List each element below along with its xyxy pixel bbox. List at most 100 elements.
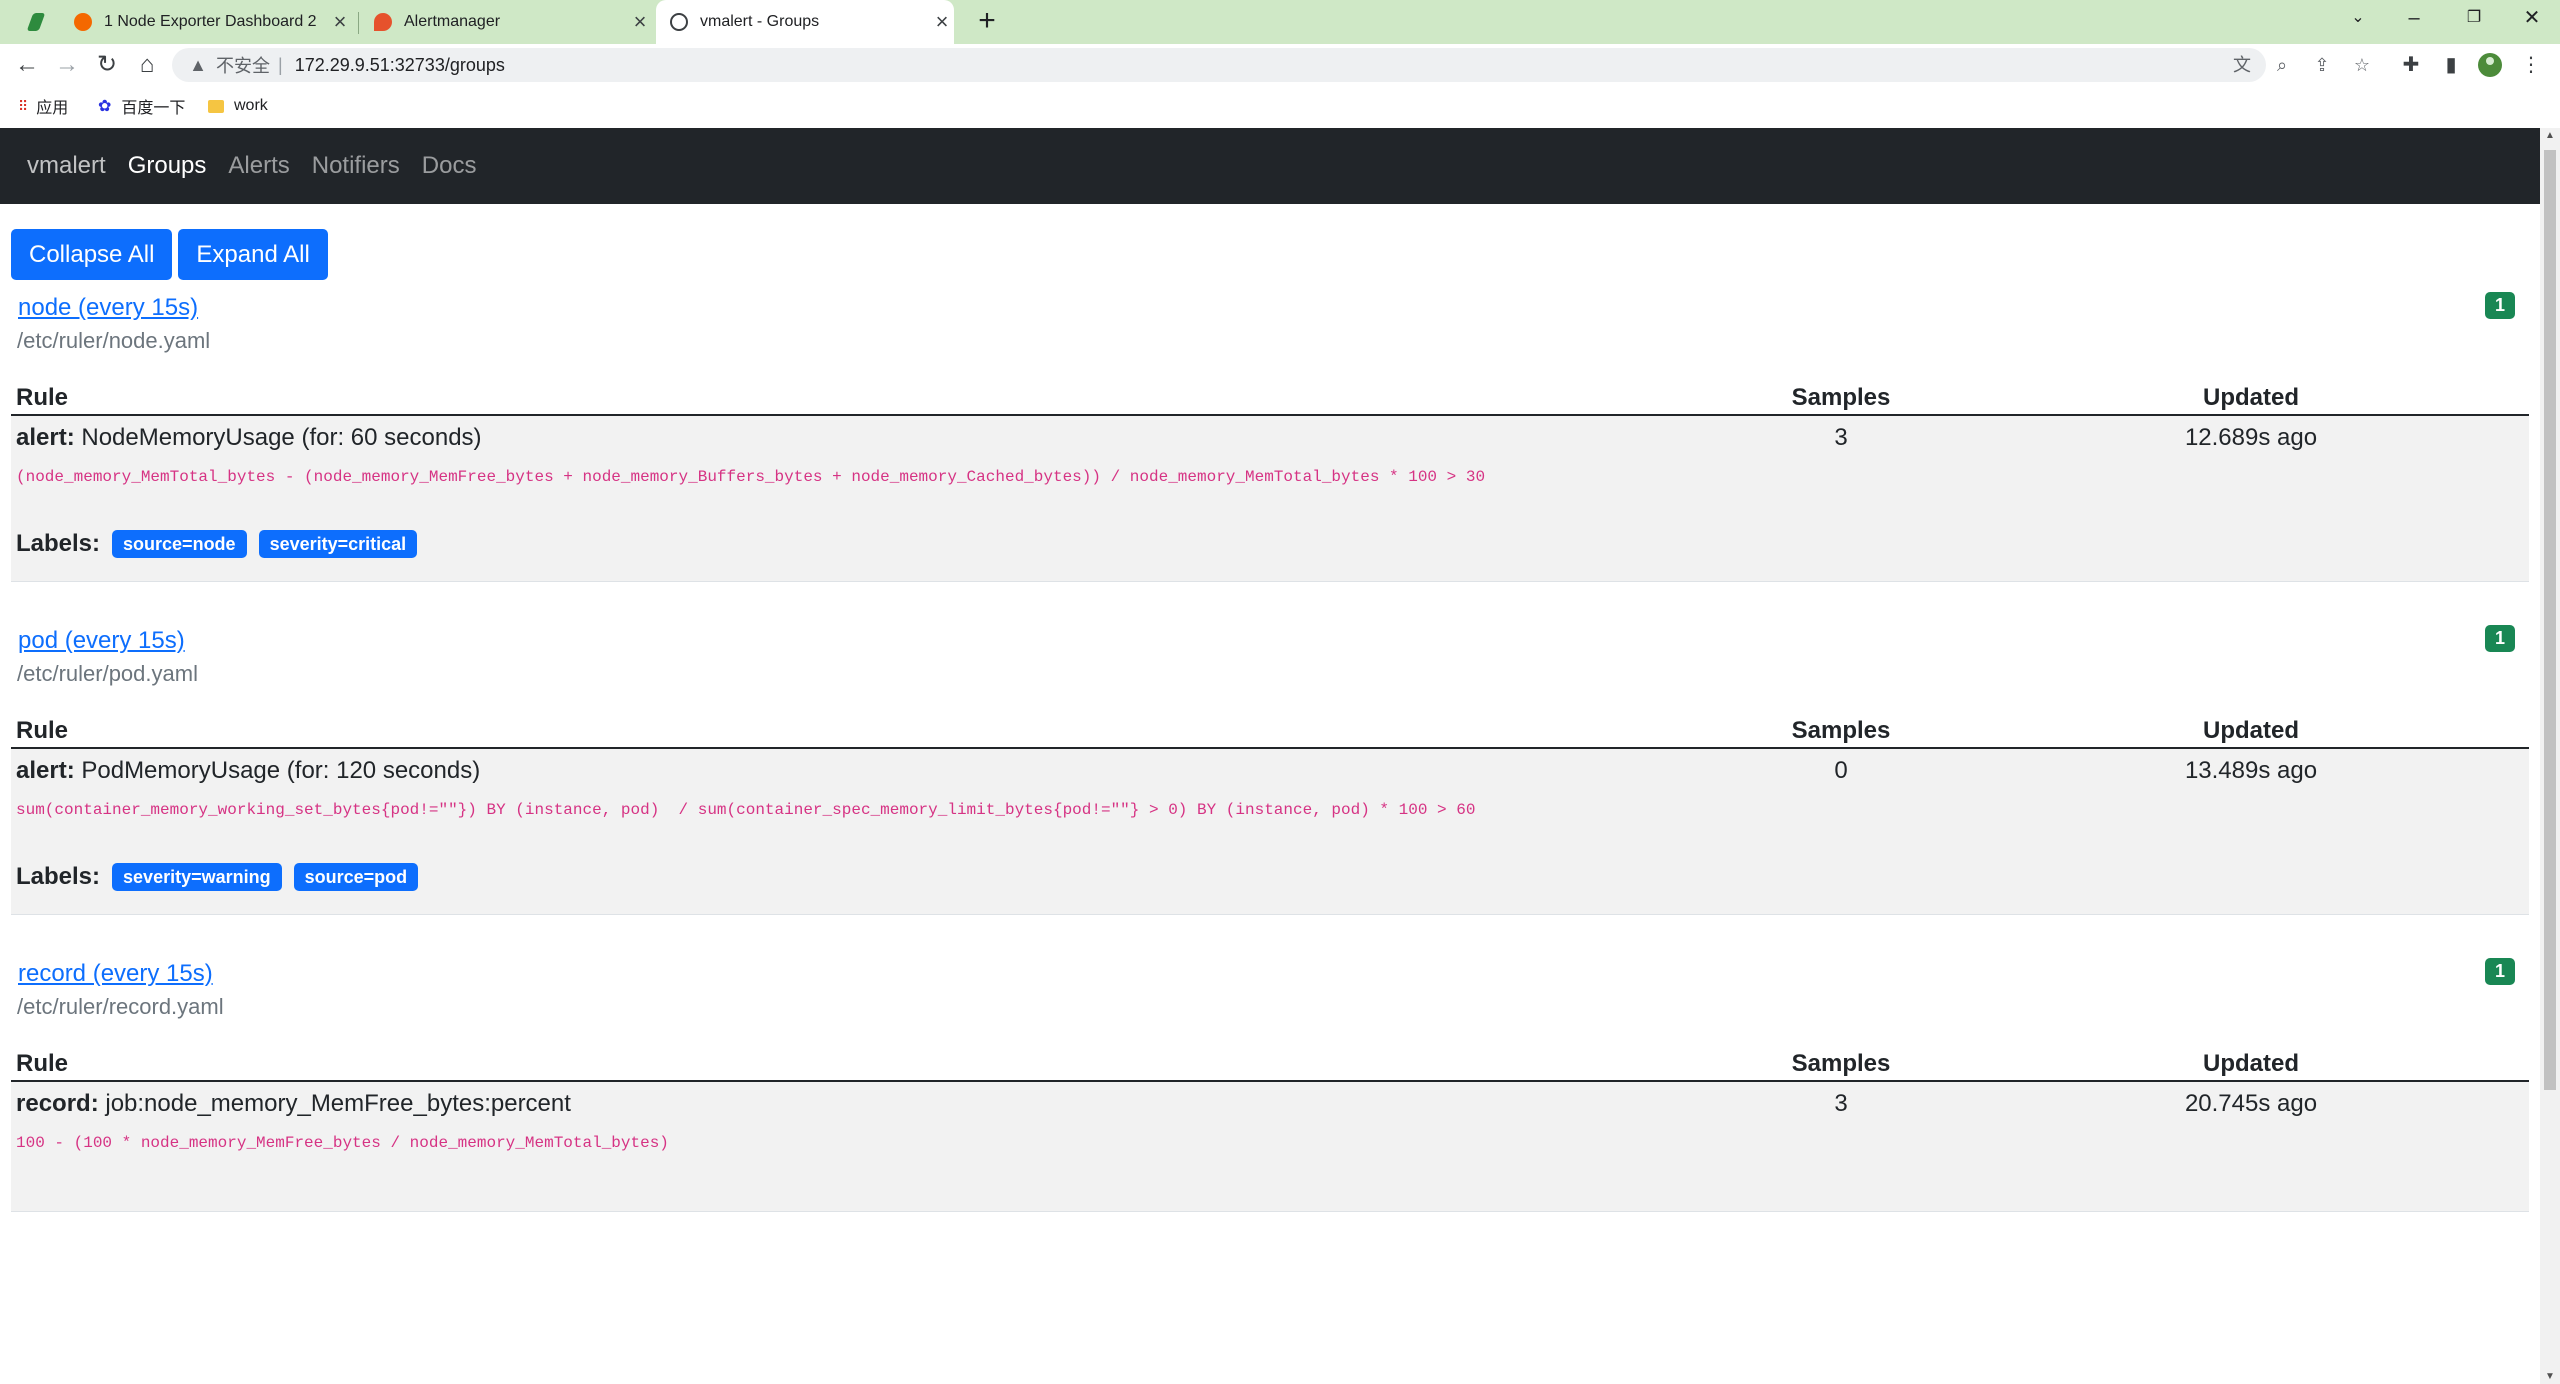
rule-labels: Labels: source=node severity=critical [16,530,429,558]
rule-title: record: job:node_memory_MemFree_bytes:pe… [16,1090,571,1118]
forward-icon[interactable]: → [50,48,84,82]
apps-grid-icon: ⠿ [18,97,28,114]
header-samples: Samples [1791,717,1891,744]
tab-title: vmalert - Groups [700,13,820,30]
back-icon[interactable]: ← [10,48,44,82]
rule-name: NodeMemoryUsage (for: 60 seconds) [81,424,482,451]
pinned-tab-icon [26,13,46,31]
header-updated: Updated [2203,717,2299,744]
warning-icon: ▲ [189,54,207,75]
rule-count-badge: 1 [2485,292,2515,319]
scroll-up-icon[interactable]: ▲ [2540,130,2560,141]
rule-expression: (node_memory_MemTotal_bytes - (node_memo… [16,468,1486,486]
share-icon[interactable]: ⇪ [2309,48,2335,82]
rule-row: alert: PodMemoryUsage (for: 120 seconds)… [11,749,2529,915]
profile-avatar[interactable] [2478,53,2502,77]
menu-icon[interactable]: ⋮ [2514,48,2548,82]
tab-search-icon[interactable]: ⌄ [2330,0,2386,36]
reload-icon[interactable]: ↻ [90,48,124,82]
extensions-icon[interactable]: ✚ [2394,48,2428,82]
tab-title: Alertmanager [404,13,501,30]
minimize-icon[interactable]: – [2386,0,2442,36]
restore-icon[interactable]: ❐ [2446,0,2502,36]
home-icon[interactable]: ⌂ [130,48,164,82]
rule-title: alert: PodMemoryUsage (for: 120 seconds) [16,757,480,785]
collapse-all-button[interactable]: Collapse All [11,229,173,280]
label-badge: source=node [112,530,247,558]
rule-samples: 3 [1834,424,1848,451]
tab-close-icon[interactable]: × [628,9,652,35]
group-file: /etc/ruler/node.yaml [17,328,211,353]
navbar-brand[interactable]: vmalert [27,152,106,180]
address-bar[interactable]: ▲ 不安全 | 172.29.9.51:32733/groups [172,48,2266,82]
labels-title: Labels: [16,530,101,557]
tab-alertmanager[interactable]: Alertmanager × [362,0,652,44]
scrollbar-thumb[interactable] [2544,150,2556,1090]
tab-node-exporter[interactable]: 1 Node Exporter Dashboard 2 × [62,0,352,44]
rule-updated: 13.489s ago [2184,757,2318,784]
translate-icon[interactable]: 文 [2229,48,2255,82]
pinned-tab[interactable] [14,0,58,44]
expand-all-button[interactable]: Expand All [178,229,328,280]
header-rule: Rule [16,1050,69,1077]
tab-close-icon[interactable]: × [930,9,954,35]
group-node: node (every 15s) /etc/ruler/node.yaml 1 … [11,292,2529,582]
labels-title: Labels: [16,863,101,890]
url-text: 172.29.9.51:32733/groups [294,54,505,75]
tab-close-icon[interactable]: × [328,9,352,35]
label-badge: source=pod [293,863,419,891]
toolbar-buttons: Collapse All Expand All [11,229,334,280]
rule-updated: 20.745s ago [2184,1090,2318,1117]
rule-kind: alert: [16,757,75,784]
globe-icon [670,13,688,31]
group-link[interactable]: record (every 15s) [18,960,213,988]
group-pod: pod (every 15s) /etc/ruler/pod.yaml 1 Ru… [11,625,2529,915]
rule-name: PodMemoryUsage (for: 120 seconds) [81,757,481,784]
nav-notifiers[interactable]: Notifiers [312,152,400,180]
bookmark-label: 百度一下 [121,100,186,117]
new-tab-button[interactable]: + [970,4,1004,38]
tab-vmalert-groups[interactable]: vmalert - Groups × [656,0,954,44]
baidu-paw-icon: ✿ [98,98,112,115]
label-badge: severity=critical [258,530,418,558]
rules-table-header: Rule Samples Updated [11,380,2529,416]
tab-separator [358,12,359,34]
rule-samples: 3 [1834,1090,1848,1117]
rule-count-badge: 1 [2485,958,2515,985]
header-rule: Rule [16,717,69,744]
side-panel-icon[interactable]: ▮ [2434,48,2468,82]
folder-icon [208,99,224,113]
rule-labels: Labels: severity=warning source=pod [16,863,430,891]
bookmark-star-icon[interactable]: ☆ [2349,48,2375,82]
bookmark-work-folder[interactable]: work [208,86,268,126]
zoom-icon[interactable]: ⌕ [2269,48,2295,82]
browser-tab-strip: 1 Node Exporter Dashboard 2 × Alertmanag… [0,0,2560,44]
page-viewport: vmalert Groups Alerts Notifiers Docs Col… [0,128,2540,1384]
rule-expression: sum(container_memory_working_set_bytes{p… [16,801,1476,819]
page-scrollbar[interactable]: ▲ ▼ [2540,128,2560,1384]
address-separator: | [278,54,283,75]
scroll-down-icon[interactable]: ▼ [2540,1371,2560,1382]
rule-row: alert: NodeMemoryUsage (for: 60 seconds)… [11,416,2529,582]
rules-table-header: Rule Samples Updated [11,1046,2529,1082]
bookmark-label: 应用 [36,100,69,117]
header-rule: Rule [16,384,69,411]
rule-name: job:node_memory_MemFree_bytes:percent [105,1090,571,1117]
rule-kind: record: [16,1090,99,1117]
rule-kind: alert: [16,424,75,451]
nav-groups[interactable]: Groups [128,152,207,180]
group-link[interactable]: pod (every 15s) [18,627,185,655]
group-file: /etc/ruler/pod.yaml [17,661,198,686]
group-link[interactable]: node (every 15s) [18,294,198,322]
bookmark-apps[interactable]: ⠿ 应用 [18,86,68,126]
rule-expression: 100 - (100 * node_memory_MemFree_bytes /… [16,1134,669,1152]
group-record: record (every 15s) /etc/ruler/record.yam… [11,958,2529,1212]
rules-table-header: Rule Samples Updated [11,713,2529,749]
header-updated: Updated [2203,1050,2299,1077]
header-samples: Samples [1791,384,1891,411]
window-close-icon[interactable]: ✕ [2504,0,2560,36]
nav-alerts[interactable]: Alerts [228,152,289,180]
tab-title: 1 Node Exporter Dashboard 2 [104,13,317,30]
bookmark-baidu[interactable]: ✿ 百度一下 [98,86,185,126]
nav-docs[interactable]: Docs [422,152,477,180]
